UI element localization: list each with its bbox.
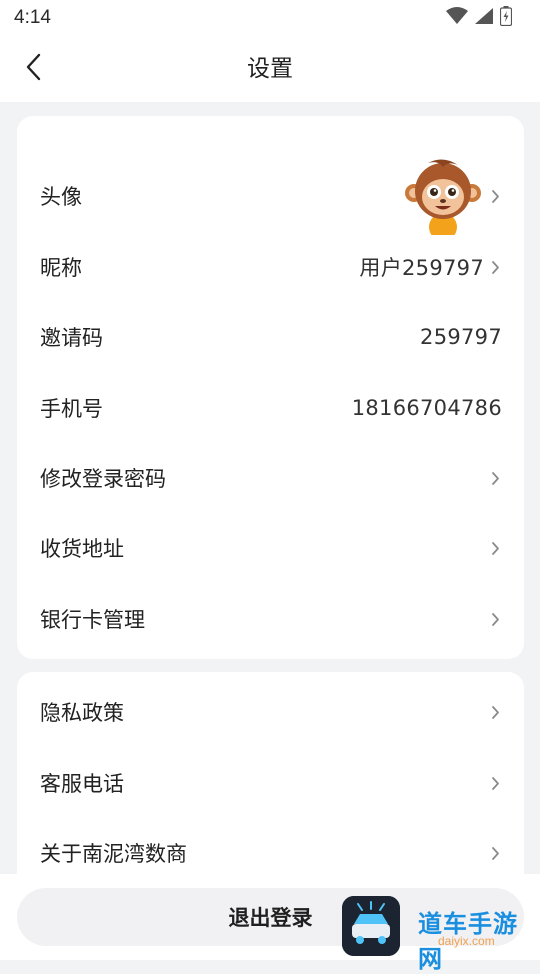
settings-row-nickname[interactable]: 昵称 用户259797 bbox=[17, 232, 524, 302]
row-label: 客服电话 bbox=[40, 772, 124, 796]
chevron-right-icon bbox=[488, 703, 502, 721]
row-label: 修改登录密码 bbox=[40, 467, 166, 491]
row-label: 手机号 bbox=[40, 397, 103, 421]
nav-bar: 设置 bbox=[0, 36, 540, 102]
settings-row-bank-card[interactable]: 银行卡管理 bbox=[17, 584, 524, 654]
battery-icon bbox=[499, 6, 513, 30]
row-label: 关于南泥湾数商 bbox=[40, 842, 187, 866]
row-label: 银行卡管理 bbox=[40, 608, 145, 632]
row-label: 收货地址 bbox=[40, 537, 124, 561]
chevron-right-icon bbox=[488, 258, 502, 276]
row-label: 隐私政策 bbox=[40, 701, 124, 725]
wifi-icon bbox=[446, 7, 468, 29]
nickname-value: 用户259797 bbox=[359, 256, 484, 280]
status-bar: 4:14 bbox=[0, 0, 540, 36]
phone-value: 18166704786 bbox=[351, 396, 502, 420]
logout-label: 退出登录 bbox=[228, 906, 313, 930]
status-icons bbox=[446, 6, 513, 30]
settings-row-customer-service[interactable]: 客服电话 bbox=[17, 748, 524, 818]
row-label: 邀请码 bbox=[40, 326, 103, 350]
watermark-sub: daiyix.com bbox=[438, 934, 495, 948]
chevron-right-icon bbox=[488, 469, 502, 487]
back-button[interactable] bbox=[14, 50, 52, 88]
watermark-logo-icon bbox=[342, 896, 400, 956]
invite-code-value: 259797 bbox=[420, 325, 502, 349]
watermark: 道车手游网 daiyix.com bbox=[342, 896, 540, 973]
chevron-right-icon bbox=[488, 539, 502, 557]
signal-icon bbox=[474, 7, 494, 29]
page-title: 设置 bbox=[247, 56, 293, 82]
settings-row-phone: 手机号 18166704786 bbox=[17, 373, 524, 443]
settings-row-invite-code: 邀请码 259797 bbox=[17, 302, 524, 372]
settings-row-shipping-address[interactable]: 收货地址 bbox=[17, 513, 524, 583]
avatar bbox=[404, 157, 482, 241]
chevron-right-icon bbox=[488, 774, 502, 792]
status-time: 4:14 bbox=[14, 7, 51, 28]
chevron-right-icon bbox=[488, 610, 502, 628]
settings-row-change-password[interactable]: 修改登录密码 bbox=[17, 443, 524, 513]
settings-row-privacy-policy[interactable]: 隐私政策 bbox=[17, 677, 524, 747]
row-label: 昵称 bbox=[40, 256, 82, 280]
profile-settings-card: 头像 昵称 用户259797 邀请码 259797 手机号 1816670478… bbox=[17, 116, 524, 659]
chevron-left-icon bbox=[25, 53, 41, 85]
row-label: 头像 bbox=[40, 185, 82, 209]
chevron-right-icon bbox=[488, 187, 502, 205]
chevron-right-icon bbox=[488, 844, 502, 862]
